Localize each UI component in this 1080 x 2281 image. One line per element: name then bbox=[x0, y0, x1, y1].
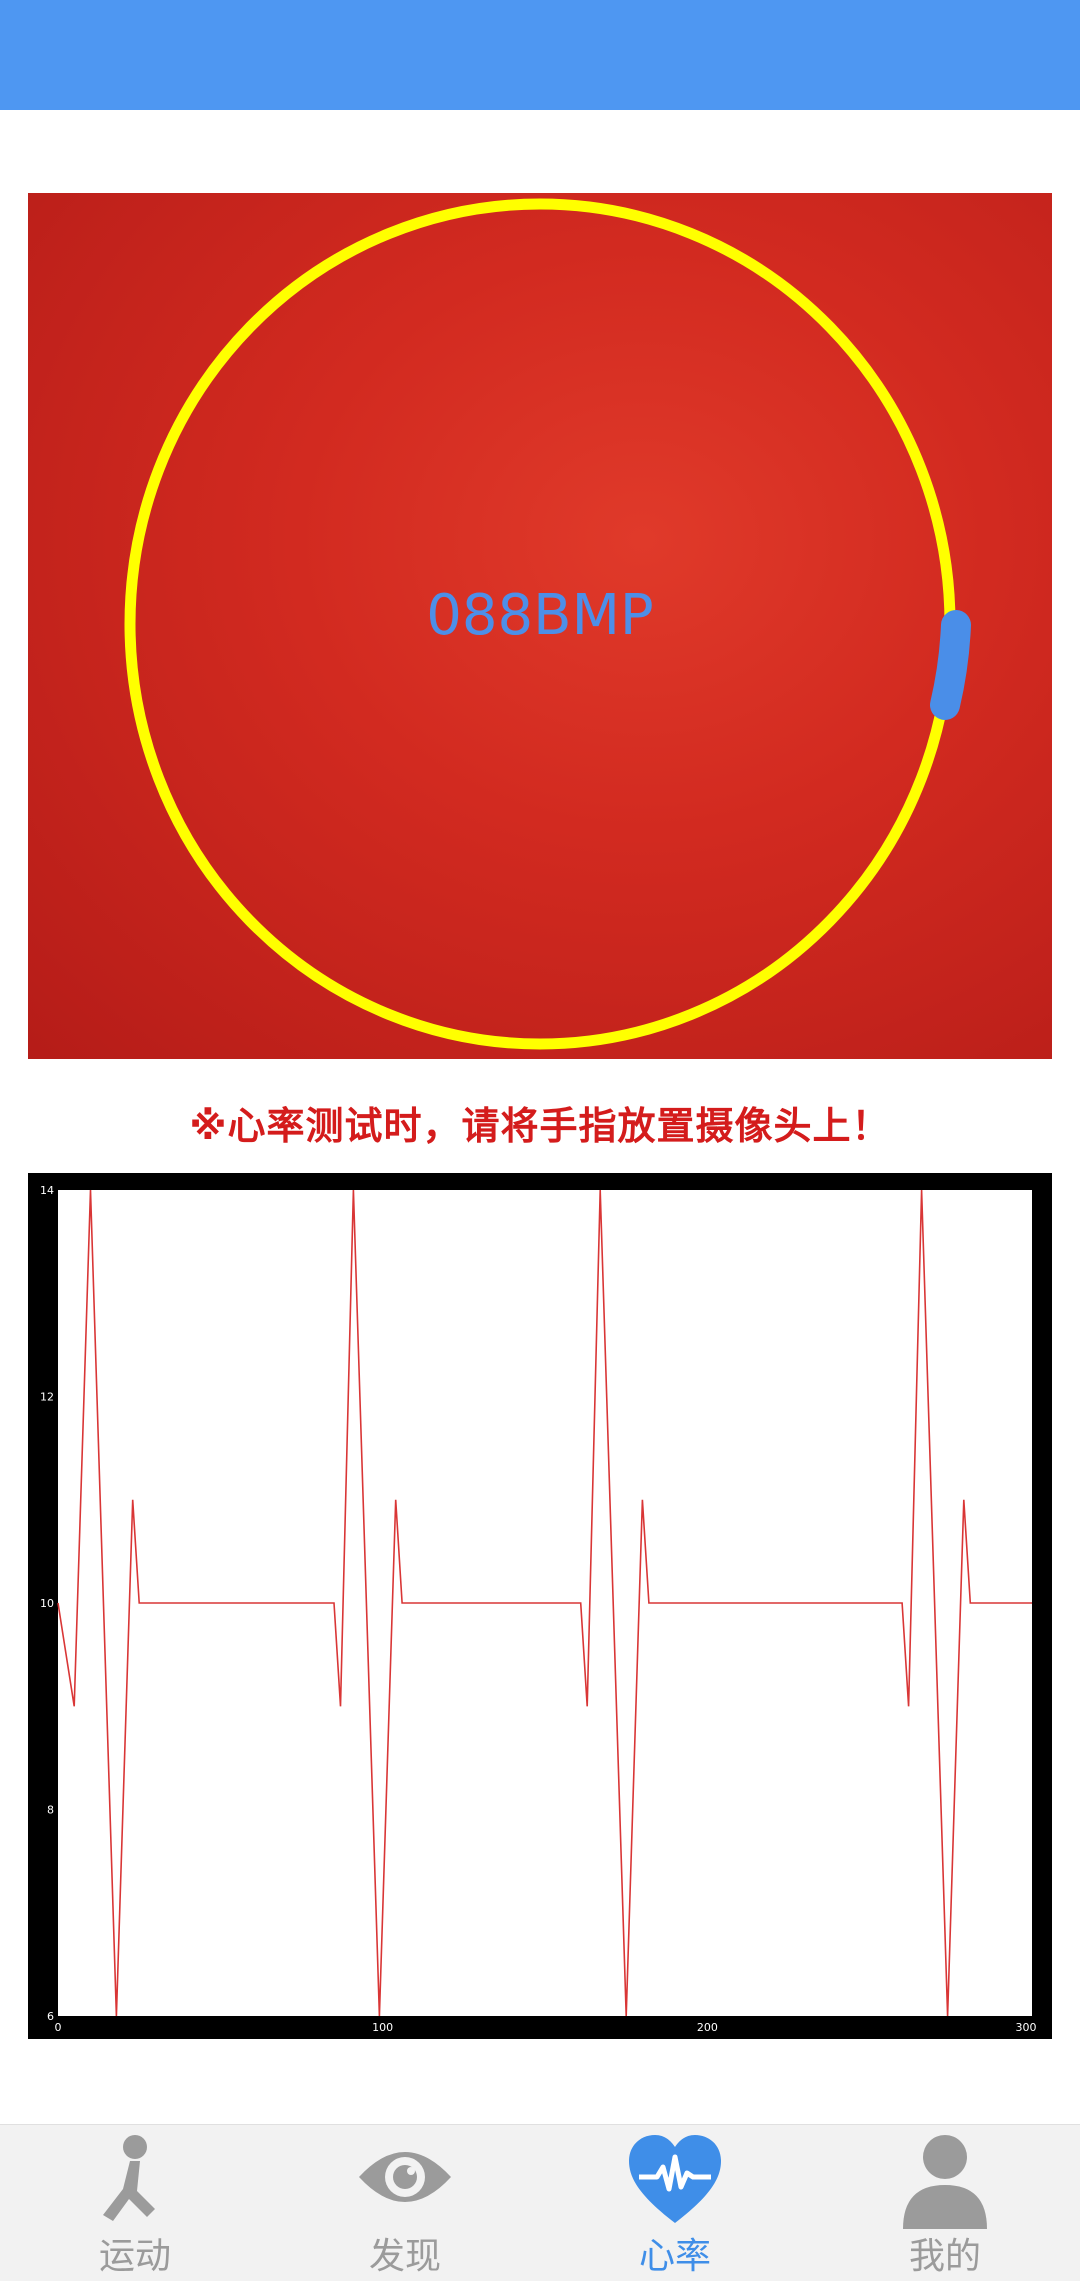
tab-label-heart-rate: 心率 bbox=[638, 2236, 711, 2277]
tab-label-sport: 运动 bbox=[98, 2236, 171, 2277]
y-tick-label: 8 bbox=[47, 1804, 54, 1817]
ecg-chart: 0 100 200 300 6 8 10 12 14 bbox=[28, 1173, 1052, 2039]
x-tick-label: 300 bbox=[1016, 2021, 1037, 2034]
status-bar bbox=[0, 0, 1080, 110]
running-person-icon bbox=[103, 2135, 155, 2221]
x-tick-label: 200 bbox=[697, 2021, 718, 2034]
tab-label-mine: 我的 bbox=[908, 2236, 981, 2277]
y-tick-label: 12 bbox=[40, 1391, 54, 1404]
camera-preview: 088BMP bbox=[28, 193, 1052, 1059]
bottom-nav: 运动 发现 心率 我的 bbox=[0, 2124, 1080, 2281]
y-tick-label: 6 bbox=[47, 2010, 54, 2023]
bpm-readout: 088BMP bbox=[426, 583, 654, 648]
y-tick-label: 10 bbox=[40, 1597, 54, 1610]
tab-sport[interactable]: 运动 bbox=[0, 2125, 270, 2281]
finger-hint: ※心率测试时，请将手指放置摄像头上！ bbox=[189, 1104, 891, 1148]
tab-heart-rate[interactable]: 心率 bbox=[540, 2125, 810, 2281]
tab-label-discover: 发现 bbox=[368, 2236, 441, 2277]
x-tick-label: 0 bbox=[55, 2021, 62, 2034]
x-tick-label: 100 bbox=[372, 2021, 393, 2034]
heart-pulse-icon bbox=[629, 2135, 721, 2223]
tab-discover[interactable]: 发现 bbox=[270, 2125, 540, 2281]
y-tick-label: 14 bbox=[40, 1184, 54, 1197]
tab-mine[interactable]: 我的 bbox=[810, 2125, 1080, 2281]
person-icon bbox=[903, 2135, 987, 2229]
eye-icon bbox=[359, 2152, 451, 2202]
